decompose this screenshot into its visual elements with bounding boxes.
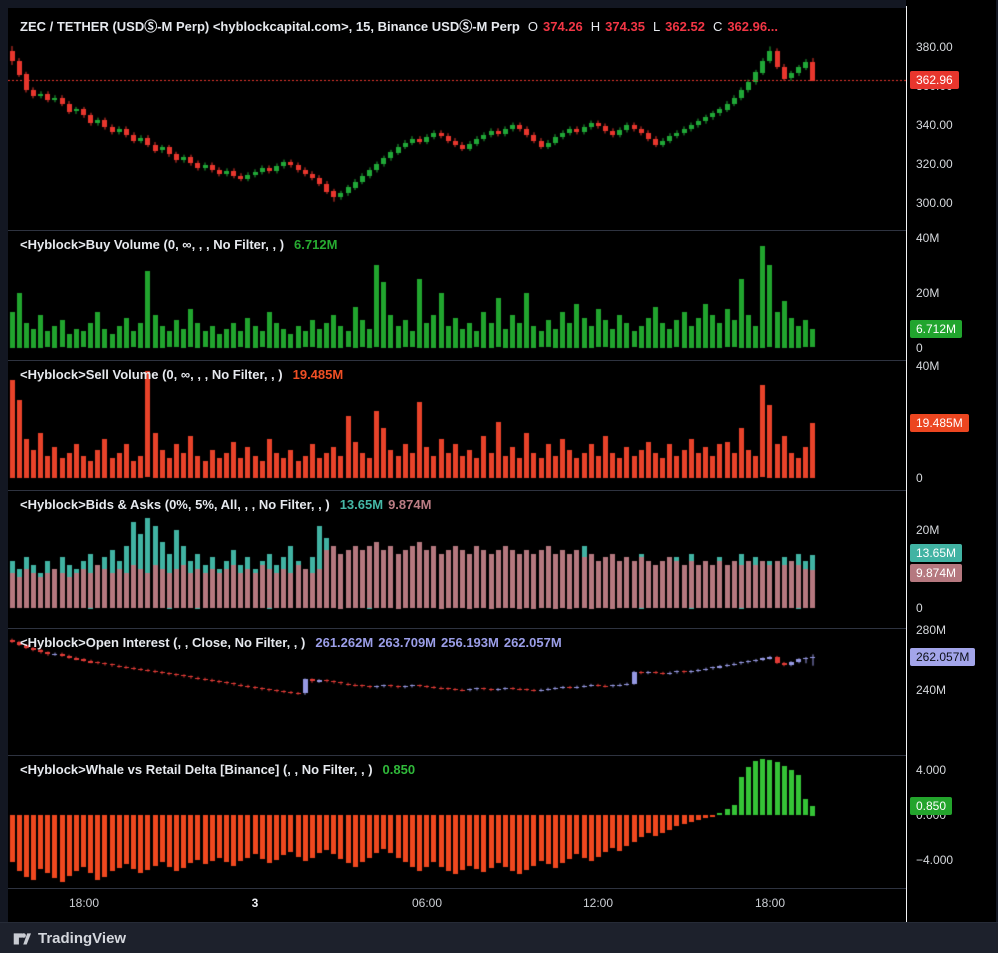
sell-volume-axis-label: 0 <box>916 470 923 486</box>
buy-volume-axis-label: 20M <box>916 285 939 301</box>
bids-asks-price-badge: 9.874M <box>910 564 962 582</box>
buy-volume-legend-value: 6.712M <box>294 237 337 252</box>
whale-retail-delta-axis-label: 4.000 <box>916 762 946 778</box>
sell-volume-legend-value: 19.485M <box>293 367 344 382</box>
time-axis-label: 18:00 <box>755 896 785 910</box>
price-axis-label: 320.00 <box>916 156 953 172</box>
bids-asks-axis-label: 20M <box>916 522 939 538</box>
price-legend-value: 374.35 <box>605 19 645 34</box>
buy-volume-price-badge: 6.712M <box>910 320 962 338</box>
whale-retail-delta-legend-value: 0.850 <box>383 762 416 777</box>
time-axis-label: 18:00 <box>69 896 99 910</box>
time-axis-label: 06:00 <box>412 896 442 910</box>
price-legend-value: 362.52 <box>665 19 705 34</box>
sell-volume-legend-title: <Hyblock>Sell Volume (0, ∞, , , No Filte… <box>20 367 283 382</box>
price-legend[interactable]: ZEC / TETHER (USDⓈ-M Perp) <hyblockcapit… <box>20 16 778 35</box>
price-axis-label: 300.00 <box>916 195 953 211</box>
whale-retail-delta-legend[interactable]: <Hyblock>Whale vs Retail Delta [Binance]… <box>20 762 415 777</box>
price-legend-value: 374.26 <box>543 19 583 34</box>
price-legend-title: ZEC / TETHER (USDⓈ-M Perp) <hyblockcapit… <box>20 19 520 34</box>
bids-asks-legend[interactable]: <Hyblock>Bids & Asks (0%, 5%, All, , , N… <box>20 497 431 512</box>
open-interest-axis-label: 240M <box>916 682 946 698</box>
price-legend-label: C <box>713 19 722 34</box>
open-interest-legend-value: 263.709M <box>378 635 436 650</box>
open-interest-axis-label: 280M <box>916 622 946 638</box>
open-interest-legend-value: 261.262M <box>315 635 373 650</box>
axis-border <box>906 6 907 922</box>
bids-asks-legend-value: 9.874M <box>388 497 431 512</box>
open-interest-price-badge: 262.057M <box>910 648 975 666</box>
pane-separator[interactable] <box>8 628 906 629</box>
pane-separator[interactable] <box>8 755 906 756</box>
whale-retail-delta-axis-label: −4.000 <box>916 852 953 868</box>
bids-asks-legend-value: 13.65M <box>340 497 383 512</box>
sell-volume-price-badge: 19.485M <box>910 414 969 432</box>
bids-asks-price-badge: 13.65M <box>910 544 962 562</box>
pane-separator[interactable] <box>8 360 906 361</box>
tradingview-logo[interactable] <box>12 929 31 948</box>
price-axis[interactable]: 380.00360.00340.00320.00300.00362.9640M2… <box>906 0 996 922</box>
sell-volume-legend[interactable]: <Hyblock>Sell Volume (0, ∞, , , No Filte… <box>20 367 343 382</box>
price-legend-label: O <box>528 19 538 34</box>
pane-separator[interactable] <box>8 888 906 889</box>
open-interest-legend-title: <Hyblock>Open Interest (, , Close, No Fi… <box>20 635 305 650</box>
buy-volume-legend[interactable]: <Hyblock>Buy Volume (0, ∞, , , No Filter… <box>20 237 337 252</box>
open-interest-legend-value: 256.193M <box>441 635 499 650</box>
footer-bar: TradingView <box>0 922 998 953</box>
price-axis-label: 340.00 <box>916 117 953 133</box>
price-legend-label: H <box>591 19 600 34</box>
whale-retail-delta-legend-title: <Hyblock>Whale vs Retail Delta [Binance]… <box>20 762 373 777</box>
time-axis-label: 12:00 <box>583 896 613 910</box>
pane-separator[interactable] <box>8 490 906 491</box>
whale-retail-delta-price-badge: 0.850 <box>910 797 952 815</box>
open-interest-legend-value: 262.057M <box>504 635 562 650</box>
price-legend-label: L <box>653 19 660 34</box>
buy-volume-legend-title: <Hyblock>Buy Volume (0, ∞, , , No Filter… <box>20 237 284 252</box>
open-interest-legend[interactable]: <Hyblock>Open Interest (, , Close, No Fi… <box>20 635 562 650</box>
price-price-badge: 362.96 <box>910 71 959 89</box>
chart-window: 380.00360.00340.00320.00300.00362.9640M2… <box>0 0 998 953</box>
time-axis[interactable]: 18:00 3 06:00 12:00 18:00 <box>8 888 906 922</box>
buy-volume-axis-label: 40M <box>916 230 939 246</box>
time-axis-label: 3 <box>252 896 259 910</box>
pane-separator[interactable] <box>8 230 906 231</box>
bids-asks-legend-title: <Hyblock>Bids & Asks (0%, 5%, All, , , N… <box>20 497 330 512</box>
bids-asks-axis-label: 0 <box>916 600 923 616</box>
price-pane[interactable] <box>8 8 906 230</box>
tradingview-watermark[interactable]: TradingView <box>38 930 126 947</box>
sell-volume-axis-label: 40M <box>916 358 939 374</box>
buy-volume-axis-label: 0 <box>916 340 923 356</box>
price-legend-value: 362.96... <box>727 19 778 34</box>
price-axis-label: 380.00 <box>916 39 953 55</box>
